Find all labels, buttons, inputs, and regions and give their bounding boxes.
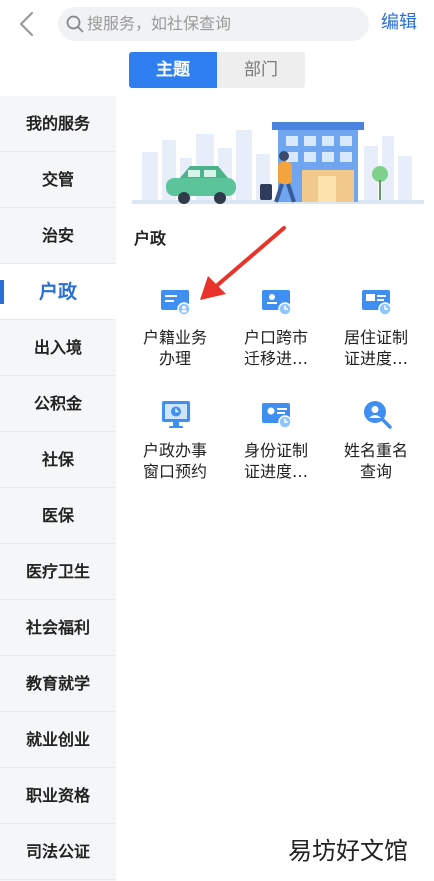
service-label: 户口跨市 迁移进…	[228, 327, 324, 369]
service-label: 户籍业务 办理	[127, 327, 223, 369]
service-label-line1: 户政办事	[142, 441, 207, 460]
active-indicator	[0, 280, 4, 304]
service-label: 身份证制 证进度…	[228, 440, 324, 482]
sidebar-item-my-services[interactable]: 我的服务	[0, 96, 116, 152]
search-bar[interactable]: 搜服务，如社保查询	[58, 7, 369, 41]
service-label-line1: 姓名重名	[343, 441, 408, 460]
tab-theme[interactable]: 主题	[129, 52, 217, 88]
household-register-icon	[161, 290, 191, 316]
back-arrow-icon[interactable]	[14, 10, 42, 38]
service-label-line2: 办理	[158, 349, 191, 368]
sidebar-item-label: 户政	[38, 281, 77, 303]
household-banner-illustration	[132, 112, 424, 212]
service-label-line1: 户籍业务	[142, 328, 207, 347]
service-label-line1: 身份证制	[243, 441, 308, 460]
service-label: 居住证制 证进度…	[328, 327, 424, 369]
top-bar: 搜服务，如社保查询 编辑	[0, 0, 434, 48]
service-residence-permit[interactable]: 居住证制 证进度…	[328, 279, 424, 389]
theme-department-switch: 主题 部门	[129, 52, 305, 88]
service-label: 姓名重名 查询	[328, 440, 424, 482]
sidebar-item-medical-insurance[interactable]: 医保	[0, 488, 116, 544]
service-label-line1: 户口跨市	[243, 328, 308, 347]
service-label-line1: 居住证制	[343, 328, 408, 347]
edit-button[interactable]: 编辑	[381, 11, 417, 35]
sidebar-item-employment[interactable]: 就业创业	[0, 712, 116, 768]
service-label-line2: 窗口预约	[142, 462, 207, 481]
service-name-duplicate-search[interactable]: 姓名重名 查询	[328, 392, 424, 502]
annotation-arrow-icon	[200, 226, 286, 300]
sidebar-item-education[interactable]: 教育就学	[0, 656, 116, 712]
watermark-text: 易坊好文馆	[288, 837, 408, 865]
service-id-card-progress[interactable]: 身份证制 证进度…	[228, 392, 324, 502]
sidebar-item-public-security[interactable]: 治安	[0, 208, 116, 264]
sidebar-item-healthcare[interactable]: 医疗卫生	[0, 544, 116, 600]
sidebar-item-social-security[interactable]: 社保	[0, 432, 116, 488]
category-sidebar: 我的服务 交管 治安 户政 出入境 公积金 社保 医保 医疗卫生 社会福利 教育…	[0, 96, 116, 881]
service-label-line2: 迁移进…	[243, 349, 308, 368]
residence-permit-icon	[362, 290, 392, 316]
service-label-line2: 证进度…	[343, 349, 408, 368]
tab-department[interactable]: 部门	[217, 52, 305, 88]
name-search-icon	[364, 401, 392, 429]
id-card-progress-icon	[262, 403, 292, 429]
search-placeholder: 搜服务，如社保查询	[87, 14, 232, 33]
sidebar-item-household[interactable]: 户政	[0, 264, 116, 320]
appointment-monitor-icon	[162, 401, 190, 428]
service-window-appointment[interactable]: 户政办事 窗口预约	[127, 392, 223, 502]
sidebar-item-notary[interactable]: 司法公证	[0, 824, 116, 880]
service-label-line2: 证进度…	[243, 462, 308, 481]
sidebar-item-exit-entry[interactable]: 出入境	[0, 320, 116, 376]
section-title: 户政	[134, 229, 167, 248]
service-label: 户政办事 窗口预约	[127, 440, 223, 482]
sidebar-item-social-welfare[interactable]: 社会福利	[0, 600, 116, 656]
sidebar-item-traffic[interactable]: 交管	[0, 152, 116, 208]
search-icon	[66, 15, 84, 33]
service-label-line2: 查询	[359, 462, 392, 481]
sidebar-item-qualification[interactable]: 职业资格	[0, 768, 116, 824]
sidebar-item-housing-fund[interactable]: 公积金	[0, 376, 116, 432]
